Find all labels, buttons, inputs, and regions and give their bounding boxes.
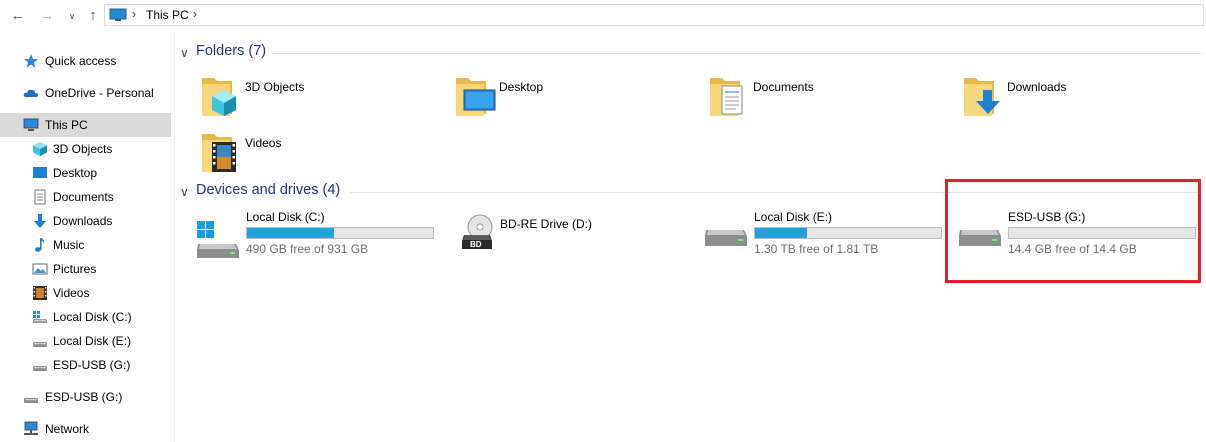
folder-label: Videos (245, 136, 282, 150)
videos-folder-icon (202, 134, 236, 172)
sidebar-item-videos[interactable]: Videos (0, 281, 171, 305)
drive-usage-bar (246, 227, 434, 239)
drive-usage-fill (755, 228, 808, 238)
folder-videos[interactable]: Videos (200, 130, 440, 182)
sidebar-item-local-disk-e[interactable]: Local Disk (E:) (0, 329, 171, 353)
folder-downloads[interactable]: Downloads (962, 74, 1202, 126)
folder-label: 3D Objects (245, 80, 305, 94)
folders-group-header[interactable]: ∨ Folders (7) (180, 43, 1202, 63)
sidebar-item-documents[interactable]: Documents (0, 185, 171, 209)
desktop-icon (33, 167, 47, 178)
windows-drive-icon (33, 311, 47, 323)
drive-label: Local Disk (C:) (246, 210, 325, 224)
folder-documents[interactable]: Documents (708, 74, 948, 126)
sidebar-item-network[interactable]: Network (0, 417, 171, 441)
sidebar-item-downloads[interactable]: Downloads (0, 209, 171, 233)
sidebar-item-this-pc[interactable]: This PC (0, 113, 171, 137)
cube-icon (33, 142, 47, 156)
drive-usage-fill (247, 228, 335, 238)
navigation-pane: Quick access OneDrive - Personal This PC… (0, 33, 172, 442)
desktop-folder-icon (456, 78, 496, 116)
network-icon (24, 421, 38, 435)
3d-objects-folder-icon (202, 78, 236, 116)
drive-icon (33, 366, 47, 371)
address-bar[interactable]: › This PC › (104, 4, 1204, 26)
star-icon (24, 54, 38, 68)
bd-drive-icon: BD (462, 214, 493, 249)
drive-icon (24, 398, 38, 403)
arrow-right-icon[interactable]: → (37, 6, 57, 26)
sidebar-item-esd-usb-g[interactable]: ESD-USB (G:) (0, 353, 171, 377)
sidebar-item-pictures[interactable]: Pictures (0, 257, 171, 281)
folders-group-title: Folders (7) (196, 43, 267, 59)
pane-divider[interactable] (174, 33, 175, 442)
sidebar-item-esd-usb-g-root[interactable]: ESD-USB (G:) (0, 385, 171, 409)
folder-desktop[interactable]: Desktop (454, 74, 694, 126)
drive-icon (33, 342, 47, 347)
drive-free-space: 1.30 TB free of 1.81 TB (754, 242, 879, 256)
cloud-icon (23, 89, 38, 97)
computer-icon (23, 118, 39, 131)
sidebar-item-quick-access[interactable]: Quick access (0, 49, 171, 73)
music-note-icon (35, 238, 45, 252)
chevron-down-icon[interactable]: ∨ (180, 46, 189, 60)
drive-icon (705, 230, 747, 246)
picture-icon (32, 263, 48, 275)
windows-drive-icon (197, 221, 239, 258)
drives-group-title: Devices and drives (4) (196, 182, 341, 198)
documents-folder-icon (710, 78, 743, 116)
svg-text:BD: BD (470, 240, 482, 249)
drive-label: Local Disk (E:) (754, 210, 833, 224)
group-separator-line (272, 53, 1202, 54)
address-toolbar: ← → ∨ ↑ › This PC › (0, 0, 1206, 33)
arrow-left-icon[interactable]: ← (8, 6, 28, 26)
highlight-annotation-box (945, 179, 1201, 283)
sidebar-item-onedrive[interactable]: OneDrive - Personal (0, 81, 171, 105)
sidebar-item-3d-objects[interactable]: 3D Objects (0, 137, 171, 161)
sidebar-item-local-disk-c[interactable]: Local Disk (C:) (0, 305, 171, 329)
drive-free-space: 490 GB free of 931 GB (246, 242, 369, 256)
document-icon (34, 189, 46, 205)
folder-3d-objects[interactable]: 3D Objects (200, 74, 440, 126)
drive-label: BD-RE Drive (D:) (500, 217, 592, 231)
arrow-up-icon[interactable]: ↑ (83, 6, 103, 26)
drive-local-disk-e[interactable]: Local Disk (E:) 1.30 TB free of 1.81 TB (704, 210, 954, 266)
folder-label: Desktop (499, 80, 544, 94)
breadcrumb-this-pc[interactable]: This PC (146, 8, 189, 22)
folder-label: Documents (753, 80, 814, 94)
sidebar-item-music[interactable]: Music (0, 233, 171, 257)
film-icon (33, 286, 47, 300)
drive-bd-re-d[interactable]: BD BD-RE Drive (D:) (450, 214, 700, 273)
breadcrumb-separator: › (132, 7, 136, 21)
sidebar-item-desktop[interactable]: Desktop (0, 161, 171, 185)
drive-usage-bar (754, 227, 942, 239)
computer-icon (109, 8, 127, 21)
breadcrumb-separator[interactable]: › (193, 7, 197, 21)
drive-local-disk-c[interactable]: Local Disk (C:) 490 GB free of 931 GB (196, 210, 446, 266)
chevron-down-icon[interactable]: ∨ (62, 6, 82, 26)
folder-label: Downloads (1007, 80, 1067, 94)
download-icon (34, 214, 46, 228)
downloads-folder-icon (964, 78, 1000, 116)
chevron-down-icon[interactable]: ∨ (180, 185, 189, 199)
